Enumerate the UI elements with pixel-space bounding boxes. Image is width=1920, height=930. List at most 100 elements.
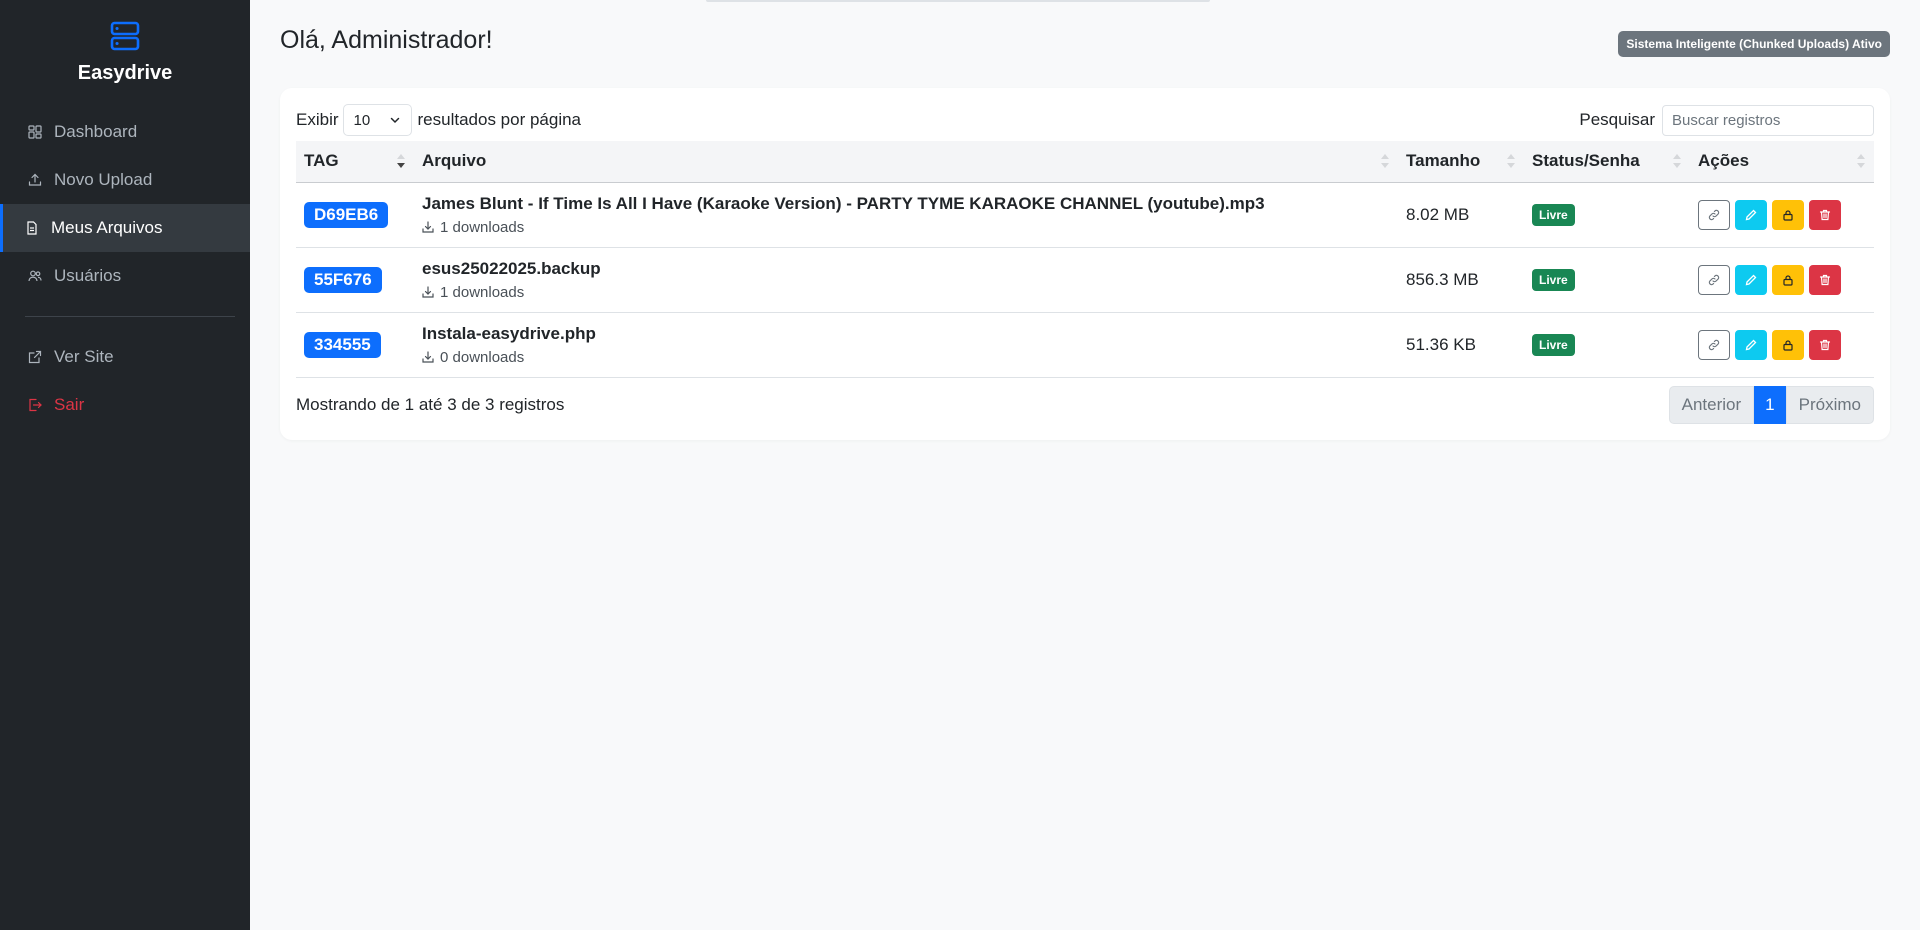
sort-icon	[1857, 154, 1865, 169]
status-livre-badge: Livre	[1532, 333, 1575, 356]
lock-button[interactable]	[1772, 329, 1804, 360]
row-actions	[1698, 264, 1866, 295]
file-name: Instala-easydrive.php	[422, 323, 596, 343]
external-link-icon	[28, 350, 42, 364]
lock-icon	[1783, 209, 1793, 221]
page-length-value: 10	[353, 111, 371, 129]
column-header-status[interactable]: Status/Senha	[1524, 141, 1690, 183]
show-label: Exibir	[296, 110, 339, 129]
delete-button[interactable]	[1809, 264, 1841, 295]
edit-button[interactable]	[1735, 199, 1767, 230]
sidebar-item-novo-upload[interactable]: Novo Upload	[0, 156, 250, 204]
edit-button[interactable]	[1735, 329, 1767, 360]
column-header-acoes[interactable]: Ações	[1690, 141, 1874, 183]
table-row: 55F676 esus25022025.backup 1 downloads 8…	[296, 247, 1874, 313]
sidebar-item-meus-arquivos[interactable]: Meus Arquivos	[0, 204, 250, 252]
search-label: Pesquisar	[1579, 110, 1655, 129]
files-card: Exibir 10 resultados por página Pesquisa…	[280, 88, 1890, 440]
copy-link-button[interactable]	[1698, 199, 1730, 230]
page-length-select[interactable]: 10	[342, 104, 412, 136]
download-count: 1 downloads	[422, 219, 1390, 236]
trash-icon	[1819, 209, 1831, 220]
sidebar-item-label: Usuários	[54, 266, 122, 285]
sort-icon	[1381, 154, 1389, 169]
link-icon	[1708, 339, 1720, 350]
pagination-previous[interactable]: Anterior	[1668, 386, 1755, 424]
file-size: 51.36 KB	[1398, 312, 1524, 378]
download-icon	[422, 221, 434, 233]
row-actions	[1698, 199, 1866, 230]
file-size: 856.3 MB	[1398, 247, 1524, 313]
row-actions	[1698, 329, 1866, 360]
copy-link-button[interactable]	[1698, 264, 1730, 295]
sidebar-item-label: Meus Arquivos	[51, 218, 163, 237]
per-page-label: resultados por página	[417, 110, 582, 129]
pencil-icon	[1745, 209, 1757, 220]
sort-icon	[1507, 154, 1515, 169]
sidebar-item-usuarios[interactable]: Usuários	[0, 252, 250, 300]
users-icon	[28, 270, 42, 282]
brand-name: Easydrive	[77, 62, 173, 84]
column-header-tag[interactable]: TAG	[296, 141, 414, 183]
tag-badge: D69EB6	[304, 201, 389, 228]
tag-badge: 334555	[304, 331, 381, 358]
search-input[interactable]	[1662, 104, 1874, 136]
chevron-down-icon	[390, 117, 399, 124]
sidebar-item-label: Ver Site	[54, 347, 114, 366]
table-header-row: TAG Arquivo Tamanho Status/Senha Ações	[296, 141, 1874, 183]
file-size: 8.02 MB	[1398, 182, 1524, 248]
link-icon	[1708, 274, 1720, 285]
sidebar-item-dashboard[interactable]: Dashboard	[0, 108, 250, 156]
search-control: Pesquisar	[1579, 104, 1874, 136]
column-header-arquivo[interactable]: Arquivo	[414, 141, 1398, 183]
table-row: D69EB6 James Blunt - If Time Is All I Ha…	[296, 182, 1874, 248]
lock-button[interactable]	[1772, 264, 1804, 295]
trash-icon	[1819, 339, 1831, 350]
lock-button[interactable]	[1772, 199, 1804, 230]
sidebar-nav: Dashboard Novo Upload Meus Arquivos Usuá…	[0, 108, 250, 429]
sidebar-item-ver-site[interactable]: Ver Site	[0, 333, 250, 381]
file-name: James Blunt - If Time Is All I Have (Kar…	[422, 193, 1265, 213]
top-notch	[706, 0, 1210, 2]
server-icon	[110, 21, 140, 51]
page-title: Olá, Administrador!	[280, 26, 493, 54]
grid-icon	[28, 125, 42, 139]
brand[interactable]: Easydrive	[0, 0, 250, 85]
files-table: TAG Arquivo Tamanho Status/Senha Ações D…	[296, 141, 1874, 378]
copy-link-button[interactable]	[1698, 329, 1730, 360]
pagination-next[interactable]: Próximo	[1785, 386, 1874, 424]
edit-button[interactable]	[1735, 264, 1767, 295]
table-controls: Exibir 10 resultados por página Pesquisa…	[296, 104, 1874, 136]
table-footer: Mostrando de 1 até 3 de 3 registros Ante…	[296, 386, 1874, 424]
sidebar-divider	[25, 316, 235, 317]
delete-button[interactable]	[1809, 329, 1841, 360]
pagination: Anterior 1 Próximo	[1668, 386, 1874, 424]
lock-icon	[1783, 339, 1793, 351]
sidebar-item-sair[interactable]: Sair	[0, 381, 250, 429]
logout-icon	[29, 398, 42, 412]
page-length-control: Exibir 10 resultados por página	[296, 104, 581, 136]
table-info: Mostrando de 1 até 3 de 3 registros	[296, 395, 565, 414]
sidebar: Easydrive Dashboard Novo Upload Meus Arq…	[0, 0, 250, 930]
pagination-page-1[interactable]: 1	[1754, 386, 1786, 424]
download-count: 1 downloads	[422, 284, 1390, 301]
upload-icon	[28, 173, 42, 186]
status-livre-badge: Livre	[1532, 268, 1575, 291]
pencil-icon	[1745, 274, 1757, 285]
sort-desc-icon	[397, 154, 405, 169]
file-name: esus25022025.backup	[422, 258, 601, 278]
pencil-icon	[1745, 339, 1757, 350]
main-content: Olá, Administrador! Sistema Inteligente …	[250, 0, 1920, 930]
delete-button[interactable]	[1809, 199, 1841, 230]
download-count: 0 downloads	[422, 349, 1390, 366]
lock-icon	[1783, 274, 1793, 286]
sort-icon	[1673, 154, 1681, 169]
status-badge: Sistema Inteligente (Chunked Uploads) At…	[1618, 31, 1890, 57]
sidebar-item-label: Dashboard	[54, 122, 138, 141]
table-row: 334555 Instala-easydrive.php 0 downloads…	[296, 312, 1874, 378]
column-header-tamanho[interactable]: Tamanho	[1398, 141, 1524, 183]
trash-icon	[1819, 274, 1831, 285]
link-icon	[1708, 209, 1720, 220]
download-icon	[422, 286, 434, 298]
sidebar-item-label: Novo Upload	[54, 170, 153, 189]
